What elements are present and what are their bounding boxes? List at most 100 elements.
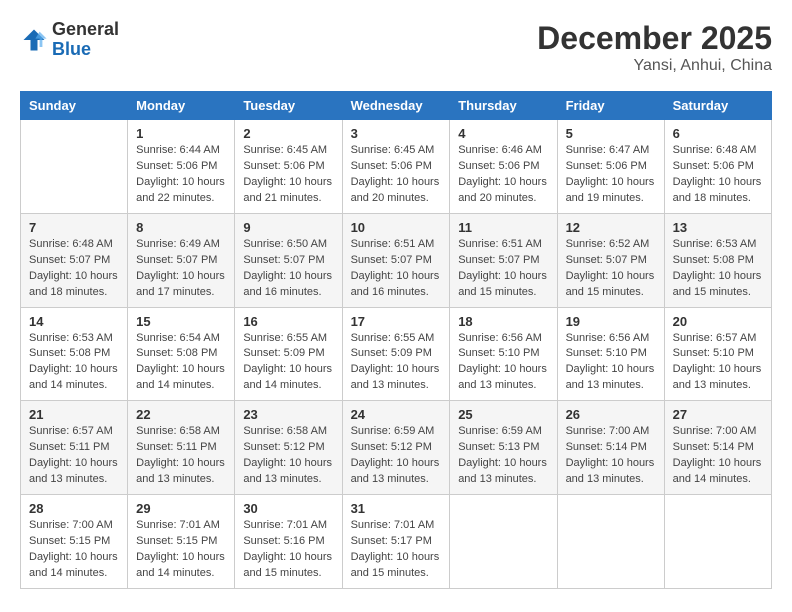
day-info: Sunrise: 6:58 AM Sunset: 5:12 PM Dayligh… (243, 424, 333, 488)
table-row: 23Sunrise: 6:58 AM Sunset: 5:12 PM Dayli… (235, 401, 342, 495)
calendar-header-row: Sunday Monday Tuesday Wednesday Thursday… (21, 92, 772, 120)
day-number: 4 (458, 126, 548, 141)
calendar-table: Sunday Monday Tuesday Wednesday Thursday… (20, 91, 772, 589)
location-title: Yansi, Anhui, China (537, 57, 772, 75)
page-header: General Blue December 2025 Yansi, Anhui,… (20, 20, 772, 75)
day-number: 16 (243, 314, 333, 329)
day-info: Sunrise: 6:56 AM Sunset: 5:10 PM Dayligh… (566, 331, 656, 395)
col-thursday: Thursday (450, 92, 557, 120)
table-row: 13 Sunrise: 6:53 AM Sunset: 5:08 PM Dayli… (664, 213, 771, 307)
day-number: 11 (458, 220, 548, 235)
day-info: Sunrise: 7:00 AM Sunset: 5:14 PM Dayligh… (673, 424, 763, 488)
table-row: 8 Sunrise: 6:49 AM Sunset: 5:07 PM Daylig… (128, 213, 235, 307)
day-number: 31 (351, 501, 442, 516)
day-number: 24 (351, 407, 442, 422)
day-info: Sunrise: 6:45 AM Sunset: 5:06 PM Dayligh… (243, 143, 333, 207)
day-number: 15 (136, 314, 226, 329)
day-number: 18 (458, 314, 548, 329)
day-info: Sunrise: 7:01 AM Sunset: 5:16 PM Dayligh… (243, 518, 333, 582)
day-number: 30 (243, 501, 333, 516)
table-row: 25 Sunrise: 6:59 AM Sunset: 5:13 PM Dayli… (450, 401, 557, 495)
day-info: Sunrise: 6:50 AM Sunset: 5:07 PM Dayligh… (243, 237, 333, 301)
day-number: 8 (136, 220, 226, 235)
calendar-week-row: 1Sunrise: 6:44 AM Sunset: 5:06 PM Daylig… (21, 120, 772, 214)
table-row (450, 495, 557, 589)
calendar-week-row: 28 Sunrise: 7:00 AM Sunset: 5:15 PM Dayli… (21, 495, 772, 589)
day-number: 10 (351, 220, 442, 235)
table-row: 27 Sunrise: 7:00 AM Sunset: 5:14 PM Dayli… (664, 401, 771, 495)
day-number: 20 (673, 314, 763, 329)
day-number: 25 (458, 407, 548, 422)
day-info: Sunrise: 6:49 AM Sunset: 5:07 PM Dayligh… (136, 237, 226, 301)
table-row (21, 120, 128, 214)
logo-text: General Blue (52, 20, 119, 60)
day-number: 6 (673, 126, 763, 141)
day-info: Sunrise: 6:48 AM Sunset: 5:07 PM Dayligh… (29, 237, 119, 301)
table-row: 4Sunrise: 6:46 AM Sunset: 5:06 PM Daylig… (450, 120, 557, 214)
day-info: Sunrise: 6:53 AM Sunset: 5:08 PM Dayligh… (673, 237, 763, 301)
day-number: 12 (566, 220, 656, 235)
table-row: 5 Sunrise: 6:47 AM Sunset: 5:06 PM Daylig… (557, 120, 664, 214)
logo-general-text: General (52, 20, 119, 40)
day-info: Sunrise: 7:00 AM Sunset: 5:14 PM Dayligh… (566, 424, 656, 488)
day-number: 17 (351, 314, 442, 329)
calendar-week-row: 21Sunrise: 6:57 AM Sunset: 5:11 PM Dayli… (21, 401, 772, 495)
day-number: 29 (136, 501, 226, 516)
month-title: December 2025 (537, 20, 772, 57)
day-number: 5 (566, 126, 656, 141)
col-monday: Monday (128, 92, 235, 120)
day-info: Sunrise: 6:51 AM Sunset: 5:07 PM Dayligh… (458, 237, 548, 301)
day-info: Sunrise: 6:48 AM Sunset: 5:06 PM Dayligh… (673, 143, 763, 207)
day-info: Sunrise: 6:44 AM Sunset: 5:06 PM Dayligh… (136, 143, 226, 207)
day-number: 9 (243, 220, 333, 235)
day-info: Sunrise: 7:00 AM Sunset: 5:15 PM Dayligh… (29, 518, 119, 582)
logo-blue-text: Blue (52, 40, 119, 60)
logo: General Blue (20, 20, 119, 60)
col-sunday: Sunday (21, 92, 128, 120)
table-row: 30 Sunrise: 7:01 AM Sunset: 5:16 PM Dayli… (235, 495, 342, 589)
day-info: Sunrise: 6:55 AM Sunset: 5:09 PM Dayligh… (351, 331, 442, 395)
day-info: Sunrise: 6:51 AM Sunset: 5:07 PM Dayligh… (351, 237, 442, 301)
calendar-week-row: 7Sunrise: 6:48 AM Sunset: 5:07 PM Daylig… (21, 213, 772, 307)
table-row: 7Sunrise: 6:48 AM Sunset: 5:07 PM Daylig… (21, 213, 128, 307)
table-row: 22Sunrise: 6:58 AM Sunset: 5:11 PM Dayli… (128, 401, 235, 495)
calendar-week-row: 14 Sunrise: 6:53 AM Sunset: 5:08 PM Dayli… (21, 307, 772, 401)
table-row: 24 Sunrise: 6:59 AM Sunset: 5:12 PM Dayli… (342, 401, 450, 495)
table-row: 18 Sunrise: 6:56 AM Sunset: 5:10 PM Dayli… (450, 307, 557, 401)
table-row: 6 Sunrise: 6:48 AM Sunset: 5:06 PM Daylig… (664, 120, 771, 214)
day-info: Sunrise: 6:56 AM Sunset: 5:10 PM Dayligh… (458, 331, 548, 395)
day-number: 27 (673, 407, 763, 422)
day-info: Sunrise: 6:55 AM Sunset: 5:09 PM Dayligh… (243, 331, 333, 395)
logo-icon (20, 26, 48, 54)
day-info: Sunrise: 6:58 AM Sunset: 5:11 PM Dayligh… (136, 424, 226, 488)
col-saturday: Saturday (664, 92, 771, 120)
day-number: 19 (566, 314, 656, 329)
day-info: Sunrise: 6:59 AM Sunset: 5:12 PM Dayligh… (351, 424, 442, 488)
col-wednesday: Wednesday (342, 92, 450, 120)
table-row: 3 Sunrise: 6:45 AM Sunset: 5:06 PM Daylig… (342, 120, 450, 214)
table-row: 1Sunrise: 6:44 AM Sunset: 5:06 PM Daylig… (128, 120, 235, 214)
table-row: 12 Sunrise: 6:52 AM Sunset: 5:07 PM Dayli… (557, 213, 664, 307)
day-info: Sunrise: 6:59 AM Sunset: 5:13 PM Dayligh… (458, 424, 548, 488)
table-row: 16 Sunrise: 6:55 AM Sunset: 5:09 PM Dayli… (235, 307, 342, 401)
day-info: Sunrise: 6:54 AM Sunset: 5:08 PM Dayligh… (136, 331, 226, 395)
day-info: Sunrise: 6:52 AM Sunset: 5:07 PM Dayligh… (566, 237, 656, 301)
table-row: 26Sunrise: 7:00 AM Sunset: 5:14 PM Dayli… (557, 401, 664, 495)
day-number: 3 (351, 126, 442, 141)
table-row: 10 Sunrise: 6:51 AM Sunset: 5:07 PM Dayli… (342, 213, 450, 307)
day-info: Sunrise: 6:47 AM Sunset: 5:06 PM Dayligh… (566, 143, 656, 207)
table-row: 2 Sunrise: 6:45 AM Sunset: 5:06 PM Daylig… (235, 120, 342, 214)
table-row (557, 495, 664, 589)
day-info: Sunrise: 6:53 AM Sunset: 5:08 PM Dayligh… (29, 331, 119, 395)
day-info: Sunrise: 6:57 AM Sunset: 5:10 PM Dayligh… (673, 331, 763, 395)
day-info: Sunrise: 6:45 AM Sunset: 5:06 PM Dayligh… (351, 143, 442, 207)
table-row (664, 495, 771, 589)
table-row: 11 Sunrise: 6:51 AM Sunset: 5:07 PM Dayli… (450, 213, 557, 307)
day-number: 21 (29, 407, 119, 422)
day-number: 28 (29, 501, 119, 516)
table-row: 9 Sunrise: 6:50 AM Sunset: 5:07 PM Daylig… (235, 213, 342, 307)
day-number: 14 (29, 314, 119, 329)
table-row: 21Sunrise: 6:57 AM Sunset: 5:11 PM Dayli… (21, 401, 128, 495)
day-number: 2 (243, 126, 333, 141)
day-number: 13 (673, 220, 763, 235)
